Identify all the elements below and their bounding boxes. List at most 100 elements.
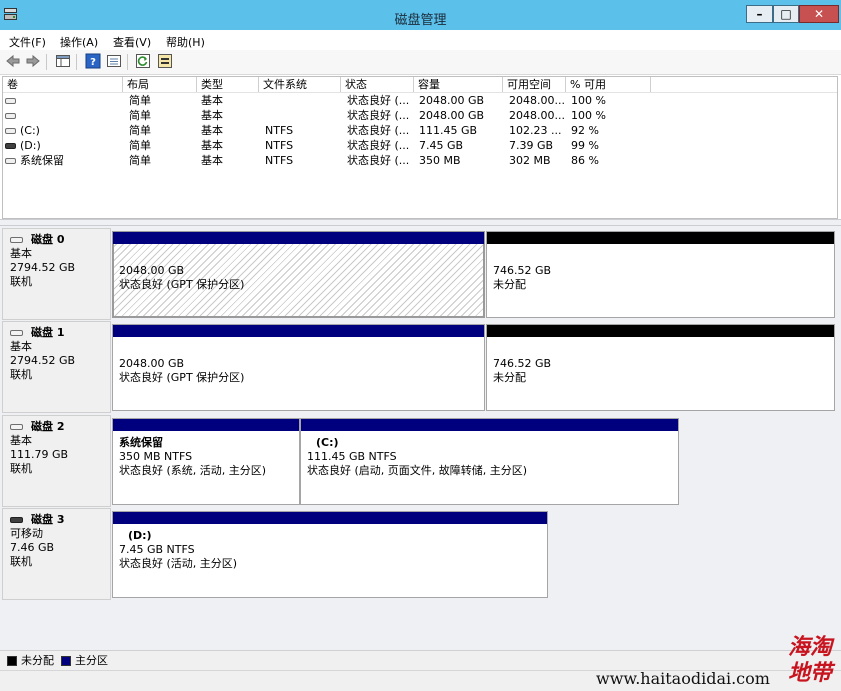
table-cell-pct: 99 % [571, 139, 599, 152]
partition-title: (C:) [316, 436, 339, 449]
column-header-volume[interactable]: 卷 [3, 77, 123, 92]
table-cell-free: 2048.00... [509, 109, 565, 122]
column-header-type[interactable]: 类型 [197, 77, 259, 92]
partition-color-bar [113, 512, 547, 524]
partition-size: 746.52 GB [493, 357, 552, 370]
table-cell-capacity: 2048.00 GB [419, 109, 485, 122]
disk-volume-icon [5, 98, 16, 104]
partition-size: 746.52 GB [493, 264, 552, 277]
disk-volume-icon [5, 128, 16, 134]
partition-size: 2048.00 GB [119, 357, 185, 370]
disk-size: 2794.52 GB [10, 261, 76, 274]
menu-help[interactable]: 帮助(H) [166, 34, 205, 50]
partition-status: 状态良好 (启动, 页面文件, 故障转储, 主分区) [307, 464, 528, 477]
partition-status: 未分配 [493, 371, 526, 384]
partition-color-bar [113, 419, 299, 431]
table-cell-type: 基本 [201, 139, 223, 152]
legend-unallocated-swatch [7, 656, 17, 666]
toolbar-separator [46, 54, 47, 70]
removable-disk-icon [10, 517, 23, 523]
table-cell-layout: 简单 [129, 124, 151, 137]
table-cell-capacity: 350 MB [419, 154, 461, 167]
table-cell-fs: NTFS [265, 139, 294, 152]
column-header-filesystem[interactable]: 文件系统 [259, 77, 341, 92]
disk-volume-icon [5, 158, 16, 164]
table-cell-type: 基本 [201, 124, 223, 137]
table-cell-volume: (D:) [20, 139, 41, 152]
disk-name: 磁盘 1 [31, 326, 65, 339]
column-header-status[interactable]: 状态 [341, 77, 414, 92]
partition-color-bar [113, 325, 484, 337]
table-cell-capacity: 2048.00 GB [419, 94, 485, 107]
partition-status: 状态良好 (GPT 保护分区) [119, 371, 245, 384]
disk-size: 111.79 GB [10, 448, 69, 461]
help-icon[interactable]: ? [85, 53, 101, 69]
menu-view[interactable]: 查看(V) [113, 34, 151, 50]
table-cell-fs [265, 109, 341, 123]
toolbar-separator [127, 54, 128, 70]
minimize-button[interactable]: – [746, 5, 773, 23]
disk-name: 磁盘 3 [31, 513, 65, 526]
disk-state: 联机 [10, 555, 32, 568]
table-cell-status: 状态良好 (... [347, 109, 410, 122]
table-cell-layout: 简单 [129, 154, 151, 167]
disk-type: 基本 [10, 247, 32, 260]
column-header-capacity[interactable]: 容量 [414, 77, 503, 92]
table-cell-type: 基本 [201, 154, 223, 167]
partition-title: 系统保留 [119, 436, 163, 449]
column-header-layout[interactable]: 布局 [123, 77, 197, 92]
table-cell-status: 状态良好 (... [347, 154, 410, 167]
partition-size: 111.45 GB NTFS [307, 450, 397, 463]
table-cell-type: 基本 [201, 109, 223, 122]
table-cell-volume [20, 94, 120, 108]
disk-state: 联机 [10, 462, 32, 475]
table-cell-fs: NTFS [265, 154, 294, 167]
back-arrow-icon[interactable] [5, 53, 21, 69]
legend-primary-swatch [61, 656, 71, 666]
partition-color-bar [487, 232, 834, 244]
partition-size: 350 MB NTFS [119, 450, 193, 463]
refresh-icon[interactable] [135, 53, 151, 69]
column-header-free-space[interactable]: 可用空间 [503, 77, 566, 92]
table-cell-pct: 86 % [571, 154, 599, 167]
menu-file[interactable]: 文件(F) [9, 34, 46, 50]
watermark-url: www.haitaodidai.com [596, 669, 770, 688]
table-cell-type: 基本 [201, 94, 223, 107]
hard-disk-icon [10, 424, 23, 430]
table-cell-status: 状态良好 (... [347, 94, 410, 107]
toolbar-separator [76, 54, 77, 70]
legend-unallocated-label: 未分配 [21, 654, 54, 667]
table-cell-free: 102.23 ... [509, 124, 562, 137]
partition-color-bar [487, 325, 834, 337]
table-cell-fs [265, 94, 341, 108]
table-cell-layout: 简单 [129, 94, 151, 107]
disk-size: 7.46 GB [10, 541, 55, 554]
close-button[interactable]: ✕ [799, 5, 839, 23]
disk-state: 联机 [10, 368, 32, 381]
rescan-icon[interactable] [157, 53, 173, 69]
table-cell-pct: 100 % [571, 109, 606, 122]
column-header-percent-free[interactable]: % 可用 [566, 77, 651, 92]
disk-type: 可移动 [10, 527, 43, 540]
partition-status: 未分配 [493, 278, 526, 291]
maximize-button[interactable]: □ [773, 5, 799, 23]
partition-color-bar [113, 232, 484, 244]
properties-icon[interactable] [106, 53, 122, 69]
table-cell-status: 状态良好 (... [347, 124, 410, 137]
table-cell-pct: 100 % [571, 94, 606, 107]
table-cell-free: 7.39 GB [509, 139, 554, 152]
hard-disk-icon [10, 237, 23, 243]
forward-arrow-icon[interactable] [25, 53, 41, 69]
menu-action[interactable]: 操作(A) [60, 34, 98, 50]
watermark-logo: 海淘 地带 [788, 634, 833, 686]
svg-text:?: ? [90, 57, 96, 68]
table-cell-fs: NTFS [265, 124, 294, 137]
partition-status: 状态良好 (系统, 活动, 主分区) [119, 464, 267, 477]
legend-bar [0, 650, 841, 670]
table-cell-free: 2048.00... [509, 94, 565, 107]
disk-state: 联机 [10, 275, 32, 288]
disk-name: 磁盘 0 [31, 233, 65, 246]
pane-splitter[interactable] [0, 219, 841, 226]
table-cell-free: 302 MB [509, 154, 551, 167]
console-tree-icon[interactable] [55, 53, 71, 69]
